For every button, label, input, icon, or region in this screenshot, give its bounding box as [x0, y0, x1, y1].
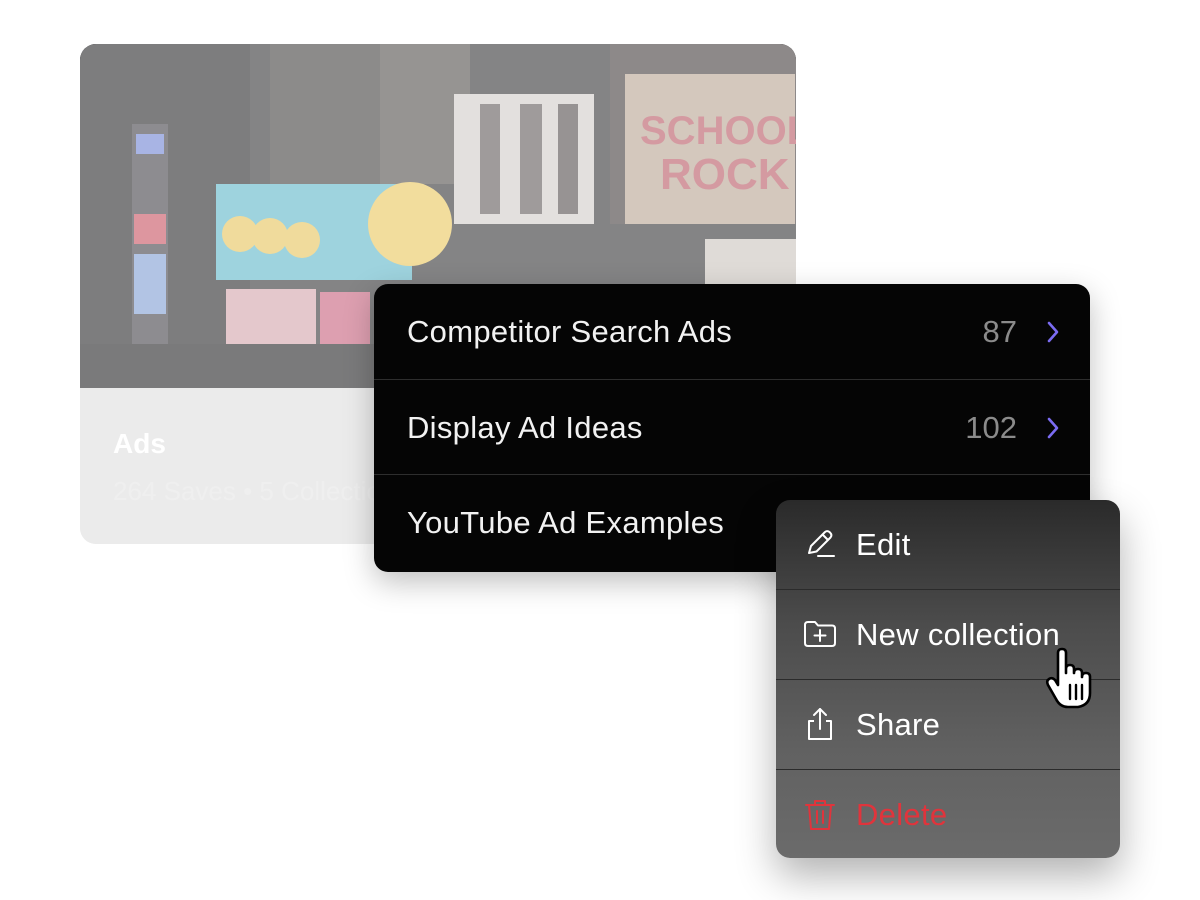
share-label: Share — [856, 707, 941, 742]
collection-row[interactable]: Competitor Search Ads 87 — [374, 284, 1090, 379]
collection-count: 102 — [965, 409, 1017, 445]
collection-name: YouTube Ad Examples — [407, 504, 725, 540]
collection-name: Display Ad Ideas — [407, 409, 643, 445]
hand-pointer-cursor-icon — [1045, 647, 1092, 709]
chevron-right-icon — [1047, 321, 1059, 343]
delete-menu-item[interactable]: Delete — [776, 769, 1120, 858]
new-collection-label: New collection — [856, 617, 1061, 652]
card-title: Ads — [113, 428, 166, 459]
chevron-right-icon — [1047, 417, 1059, 439]
delete-label: Delete — [856, 797, 948, 832]
edit-label: Edit — [856, 527, 911, 562]
edit-menu-item[interactable]: Edit — [776, 500, 1120, 589]
pencil-icon — [808, 530, 835, 557]
card-meta: 264 Saves • 5 Collections — [113, 476, 409, 506]
collection-name: Competitor Search Ads — [407, 313, 733, 349]
share-icon — [808, 708, 832, 740]
collection-row[interactable]: Display Ad Ideas 102 — [374, 379, 1090, 475]
collection-count: 87 — [982, 313, 1017, 349]
folder-plus-icon — [804, 621, 836, 647]
trash-icon — [805, 800, 835, 830]
